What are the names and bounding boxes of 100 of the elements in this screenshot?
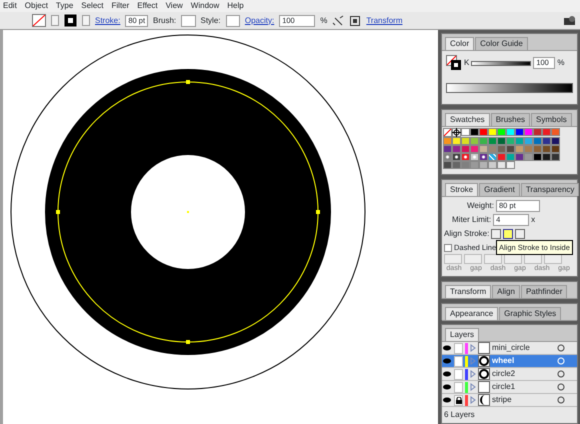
color-swatch[interactable] bbox=[470, 145, 479, 153]
panel-tab[interactable]: Stroke bbox=[445, 183, 478, 196]
color-swatch[interactable] bbox=[461, 137, 470, 145]
dash-field[interactable] bbox=[484, 254, 502, 264]
slider-fill[interactable] bbox=[472, 62, 530, 64]
panel-tab[interactable]: Symbols bbox=[531, 113, 572, 126]
lock-toggle[interactable] bbox=[454, 342, 463, 354]
color-swatch[interactable] bbox=[488, 145, 497, 153]
color-swatch[interactable] bbox=[497, 153, 506, 161]
color-swatch[interactable] bbox=[506, 128, 515, 136]
lock-icon[interactable] bbox=[456, 396, 462, 404]
align-stroke-button[interactable] bbox=[491, 229, 502, 239]
menu-item[interactable]: Window bbox=[190, 0, 220, 12]
lock-toggle[interactable] bbox=[454, 382, 463, 392]
color-swatch[interactable] bbox=[551, 153, 560, 161]
color-swatch[interactable] bbox=[461, 128, 470, 136]
color-swatch[interactable] bbox=[488, 137, 497, 145]
menu-item[interactable]: View bbox=[166, 0, 183, 12]
panel-tab[interactable]: Appearance bbox=[445, 307, 498, 320]
align-stroke-button[interactable] bbox=[515, 229, 526, 239]
dropdown-toggle[interactable] bbox=[82, 15, 90, 26]
none-swatch[interactable] bbox=[443, 128, 452, 137]
color-swatch[interactable] bbox=[506, 145, 515, 153]
panel-tab[interactable]: Pathfinder bbox=[520, 285, 568, 298]
color-swatch[interactable] bbox=[479, 128, 488, 136]
dropdown-toggle[interactable] bbox=[51, 15, 59, 26]
layer-name[interactable]: stripe bbox=[492, 394, 555, 406]
panel-tab[interactable]: Graphic Styles bbox=[499, 307, 562, 320]
color-swatch[interactable] bbox=[452, 161, 461, 169]
camera-icon[interactable] bbox=[563, 14, 576, 26]
gradient-swatch[interactable] bbox=[479, 153, 488, 161]
color-swatch[interactable] bbox=[488, 128, 497, 136]
color-swatch[interactable] bbox=[551, 128, 560, 136]
transform-link[interactable]: Transform bbox=[366, 14, 402, 26]
menu-item[interactable]: Object bbox=[24, 0, 48, 12]
align-stroke-button[interactable] bbox=[503, 229, 514, 239]
lock-toggle[interactable] bbox=[454, 356, 463, 366]
wand-icon[interactable] bbox=[332, 14, 344, 26]
color-swatch[interactable] bbox=[443, 161, 452, 169]
menu-item[interactable]: Edit bbox=[3, 0, 17, 12]
color-swatch[interactable] bbox=[479, 145, 488, 153]
color-swatch[interactable] bbox=[443, 145, 452, 153]
color-swatch[interactable] bbox=[470, 137, 479, 145]
dash-field[interactable] bbox=[504, 254, 522, 264]
dash-field[interactable] bbox=[544, 254, 562, 264]
panel-tab[interactable]: Gradient bbox=[479, 183, 520, 196]
stroke-link[interactable]: Stroke: bbox=[95, 14, 120, 26]
style-dropdown[interactable] bbox=[226, 14, 240, 26]
fill-none-icon[interactable] bbox=[32, 14, 46, 27]
color-swatch[interactable] bbox=[542, 145, 551, 153]
color-swatch[interactable] bbox=[506, 161, 515, 169]
gradient-swatch[interactable] bbox=[443, 153, 452, 161]
dash-field[interactable] bbox=[464, 254, 482, 264]
color-swatch[interactable] bbox=[533, 137, 542, 145]
color-swatch[interactable] bbox=[479, 161, 488, 169]
color-swatch[interactable] bbox=[533, 145, 542, 153]
color-swatch[interactable] bbox=[470, 128, 479, 136]
color-swatch[interactable] bbox=[524, 153, 533, 161]
color-swatch[interactable] bbox=[533, 153, 542, 161]
checkbox[interactable] bbox=[444, 244, 452, 252]
gradient-swatch[interactable] bbox=[452, 153, 461, 161]
color-swatch[interactable] bbox=[497, 128, 506, 136]
color-swatch[interactable] bbox=[515, 128, 524, 136]
menu-item[interactable]: Select bbox=[81, 0, 104, 12]
color-swatch[interactable] bbox=[443, 137, 452, 145]
menu-item[interactable]: Effect bbox=[137, 0, 158, 12]
gradient-swatch[interactable] bbox=[470, 153, 479, 161]
color-swatch[interactable] bbox=[497, 161, 506, 169]
registration-swatch[interactable] bbox=[452, 128, 461, 137]
lock-toggle[interactable] bbox=[454, 368, 463, 380]
color-swatch[interactable] bbox=[497, 137, 506, 145]
color-swatch[interactable] bbox=[461, 161, 470, 169]
panel-tab[interactable]: Brushes bbox=[490, 113, 530, 126]
color-swatch[interactable] bbox=[479, 137, 488, 145]
dash-field[interactable] bbox=[444, 254, 462, 264]
menu-item[interactable]: Type bbox=[56, 0, 74, 12]
panel-tab[interactable]: Swatches bbox=[445, 113, 490, 126]
panel-tab[interactable]: Transform bbox=[445, 285, 492, 298]
lock-toggle[interactable] bbox=[454, 394, 463, 406]
color-swatch[interactable] bbox=[452, 145, 461, 153]
brush-dropdown[interactable] bbox=[181, 14, 196, 26]
color-swatch[interactable] bbox=[515, 137, 524, 145]
panel-tab[interactable]: Color bbox=[445, 37, 474, 50]
color-ramp[interactable] bbox=[446, 83, 573, 93]
stroke-swatch-icon[interactable] bbox=[64, 14, 77, 27]
color-swatch[interactable] bbox=[524, 137, 533, 145]
color-swatch[interactable] bbox=[551, 137, 560, 145]
color-swatch[interactable] bbox=[488, 161, 497, 169]
color-swatch[interactable] bbox=[542, 153, 551, 161]
color-swatch[interactable] bbox=[506, 137, 515, 145]
menu-item[interactable]: Filter bbox=[112, 0, 130, 12]
fill-stroke-icon[interactable] bbox=[446, 55, 462, 71]
panel-tab[interactable]: Layers bbox=[445, 328, 480, 341]
panel-tab[interactable]: Transparency bbox=[520, 183, 580, 196]
color-swatch[interactable] bbox=[551, 145, 560, 153]
gradient-swatch[interactable] bbox=[461, 153, 470, 161]
panel-tab[interactable]: Align bbox=[492, 285, 520, 298]
color-swatch[interactable] bbox=[452, 137, 461, 145]
menu-item[interactable]: Help bbox=[227, 0, 244, 12]
color-swatch[interactable] bbox=[524, 128, 533, 136]
